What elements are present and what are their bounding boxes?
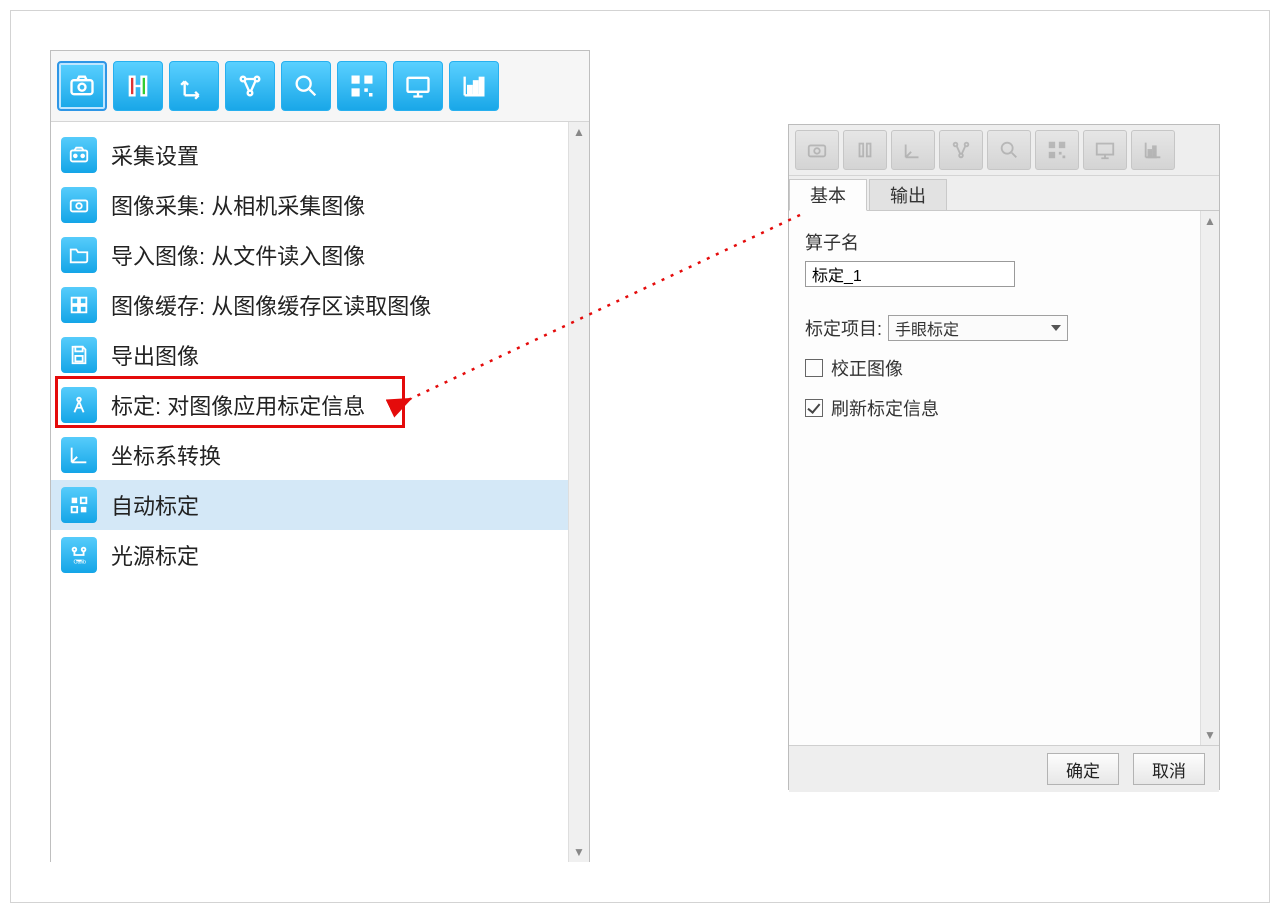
scroll-up-icon[interactable]: ▲ <box>1201 211 1219 231</box>
calibration-project-dropdown[interactable]: 手眼标定 <box>888 315 1068 341</box>
tb-chart-icon[interactable] <box>449 61 499 111</box>
compass-icon <box>61 387 97 423</box>
checkbox-label: 校正图像 <box>831 355 903 381</box>
tb-search-icon[interactable] <box>281 61 331 111</box>
project-label: 标定项目: <box>805 315 882 341</box>
button-label: 确定 <box>1066 757 1100 782</box>
rtb-chart-icon[interactable] <box>1131 130 1175 170</box>
list-item[interactable]: 导入图像: 从文件读入图像 <box>51 230 589 280</box>
tab-basic[interactable]: 基本 <box>789 179 867 211</box>
correct-image-checkbox[interactable] <box>805 359 823 377</box>
list-item-label: 图像采集: 从相机采集图像 <box>111 189 365 221</box>
operator-list: 采集设置 图像采集: 从相机采集图像 导入图像: 从文件读入图像 图像缓存: 从… <box>51 122 589 862</box>
button-label: 取消 <box>1152 757 1186 782</box>
list-item[interactable]: 图像缓存: 从图像缓存区读取图像 <box>51 280 589 330</box>
list-item[interactable]: 图像采集: 从相机采集图像 <box>51 180 589 230</box>
list-item-label: 标定: 对图像应用标定信息 <box>111 389 365 421</box>
list-item-label: 图像缓存: 从图像缓存区读取图像 <box>111 289 431 321</box>
checkbox-label: 刷新标定信息 <box>831 395 939 421</box>
name-label: 算子名 <box>805 229 1203 255</box>
tb-arrows-icon[interactable] <box>169 61 219 111</box>
properties-panel: 基本 输出 算子名 标定项目: 手眼标定 校正图像 刷新标定信息 ▲ ▼ <box>788 124 1220 790</box>
cancel-button[interactable]: 取消 <box>1133 753 1205 785</box>
list-item[interactable]: Calib 光源标定 <box>51 530 589 580</box>
svg-text:Calib: Calib <box>74 559 87 565</box>
tb-camera-icon[interactable] <box>57 61 107 111</box>
light-icon: Calib <box>61 537 97 573</box>
camera-icon <box>61 187 97 223</box>
refresh-calib-checkbox[interactable] <box>805 399 823 417</box>
scroll-up-icon[interactable]: ▲ <box>569 122 589 142</box>
list-item[interactable]: 坐标系转换 <box>51 430 589 480</box>
operator-name-input[interactable] <box>805 261 1015 287</box>
operator-list-panel: 采集设置 图像采集: 从相机采集图像 导入图像: 从文件读入图像 图像缓存: 从… <box>50 50 590 862</box>
dialog-buttons: 确定 取消 <box>789 745 1219 792</box>
list-item-label: 导出图像 <box>111 339 199 371</box>
list-item-auto-calib[interactable]: 自动标定 <box>51 480 589 530</box>
list-item-calibration[interactable]: 标定: 对图像应用标定信息 <box>51 380 589 430</box>
tb-nodes-icon[interactable] <box>225 61 275 111</box>
folder-icon <box>61 237 97 273</box>
tb-display-icon[interactable] <box>393 61 443 111</box>
scroll-down-icon[interactable]: ▼ <box>1201 725 1219 745</box>
tb-qr-icon[interactable] <box>337 61 387 111</box>
list-item-label: 坐标系转换 <box>111 439 221 471</box>
list-item[interactable]: 采集设置 <box>51 130 589 180</box>
scrollbar[interactable]: ▲ ▼ <box>568 122 589 862</box>
rtb-search-icon[interactable] <box>987 130 1031 170</box>
list-item-label: 自动标定 <box>111 489 199 521</box>
list-item-label: 导入图像: 从文件读入图像 <box>111 239 365 271</box>
right-toolbar <box>789 125 1219 176</box>
rtb-nodes-icon[interactable] <box>939 130 983 170</box>
cache-icon <box>61 287 97 323</box>
tab-label: 基本 <box>810 182 846 208</box>
rtb-axis-icon[interactable] <box>891 130 935 170</box>
tab-bar: 基本 输出 <box>789 176 1219 211</box>
tb-gauge-icon[interactable] <box>113 61 163 111</box>
scrollbar[interactable]: ▲ ▼ <box>1200 211 1219 745</box>
list-item-label: 采集设置 <box>111 139 199 171</box>
rtb-gauge-icon[interactable] <box>843 130 887 170</box>
auto-icon <box>61 487 97 523</box>
left-toolbar <box>51 51 589 122</box>
tab-output[interactable]: 输出 <box>869 179 947 210</box>
settings-icon <box>61 137 97 173</box>
tab-label: 输出 <box>890 182 926 208</box>
scroll-down-icon[interactable]: ▼ <box>569 842 589 862</box>
ok-button[interactable]: 确定 <box>1047 753 1119 785</box>
form-area: 算子名 标定项目: 手眼标定 校正图像 刷新标定信息 ▲ ▼ <box>789 211 1219 745</box>
rtb-camera-icon[interactable] <box>795 130 839 170</box>
dropdown-value: 手眼标定 <box>895 316 959 340</box>
list-item[interactable]: 导出图像 <box>51 330 589 380</box>
list-item-label: 光源标定 <box>111 539 199 571</box>
save-icon <box>61 337 97 373</box>
rtb-qr-icon[interactable] <box>1035 130 1079 170</box>
chevron-down-icon <box>1051 325 1061 331</box>
rtb-display-icon[interactable] <box>1083 130 1127 170</box>
axis-icon <box>61 437 97 473</box>
